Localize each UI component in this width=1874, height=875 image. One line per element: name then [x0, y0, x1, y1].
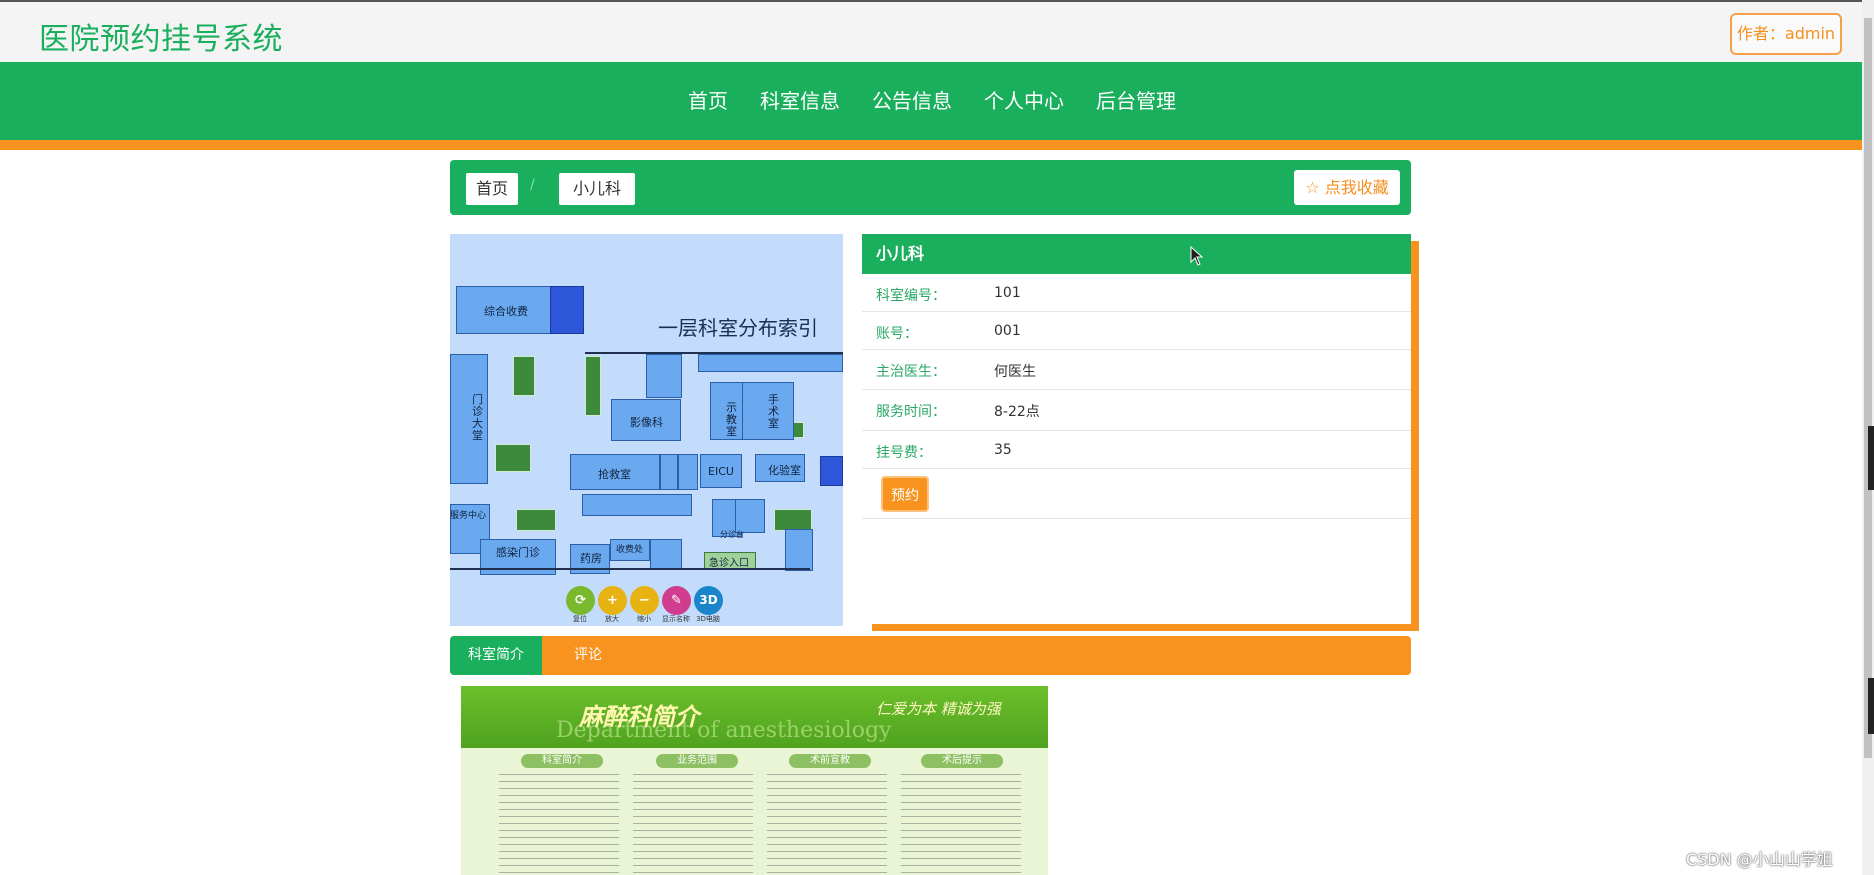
detail-row-fee: 挂号费： 35 — [862, 431, 1411, 469]
card-title: 小儿科 — [862, 234, 1411, 274]
floor-map: 一层科室分布索引 综合收费 门诊大堂 影像科 示教室 手术室 抢救室 EICU … — [450, 234, 843, 626]
room-emergency-dept — [785, 529, 813, 571]
breadcrumb: 首页 / 小儿科 — [450, 160, 1411, 215]
scrollbar-marker — [1868, 678, 1874, 734]
map-control-label: 显示名称 — [662, 615, 690, 623]
room-label: 感染门诊 — [496, 546, 540, 559]
poster-section-title: 科室简介 — [521, 754, 603, 768]
book-appointment-button[interactable]: 预约 — [881, 476, 929, 512]
poster-text-column — [499, 774, 619, 875]
favorite-button[interactable]: ☆ 点我收藏 — [1294, 170, 1400, 205]
field-value: 35 — [994, 442, 1012, 458]
map-zoom-in-icon[interactable]: + — [598, 586, 627, 615]
room-label: 服务中心 — [450, 511, 487, 521]
map-control-label: 缩小 — [637, 615, 651, 623]
author-button[interactable]: 作者：admin — [1730, 13, 1842, 55]
room-label: 手术室 — [768, 393, 779, 430]
detail-row-id: 科室编号： 101 — [862, 274, 1411, 312]
room-label: 抢救室 — [598, 468, 631, 481]
map-zoom-out-icon[interactable]: − — [630, 586, 659, 615]
map-control-label: 复位 — [573, 615, 587, 623]
booking-row: 预约 — [862, 469, 1411, 519]
nav-item-personal-center[interactable]: 个人中心 — [968, 62, 1080, 140]
header-bar: 医院预约挂号系统 作者：admin — [0, 0, 1862, 62]
main-nav: 首页 科室信息 公告信息 个人中心 后台管理 — [0, 62, 1862, 140]
field-value: 101 — [994, 285, 1021, 301]
stair-block — [585, 356, 601, 416]
map-3d-icon[interactable]: 3D — [694, 586, 723, 615]
field-label: 科室编号： — [876, 288, 946, 304]
breadcrumb-home[interactable]: 首页 — [466, 173, 519, 205]
room-dispensary — [678, 454, 698, 490]
nav-item-departments[interactable]: 科室信息 — [744, 62, 856, 140]
stair-block — [513, 356, 535, 396]
detail-row-hours: 服务时间： 8-22点 — [862, 390, 1411, 431]
map-control-label: 3D电脑 — [696, 615, 720, 623]
poster-text-column — [767, 774, 887, 875]
nav-accent-stripe — [0, 140, 1862, 150]
nav-item-home[interactable]: 首页 — [672, 62, 744, 140]
poster-section-title: 术后提示 — [921, 754, 1003, 768]
wall-line — [450, 568, 810, 570]
site-title: 医院预约挂号系统 — [39, 22, 283, 57]
room-label: EICU — [708, 465, 734, 478]
room-label: 示教室 — [726, 401, 737, 438]
room-label: 药房 — [580, 552, 602, 565]
stair-block — [516, 509, 556, 531]
map-control-label: 放大 — [605, 615, 619, 623]
poster-slogan: 仁爱为本 精诚为强 — [876, 700, 1001, 718]
room-label: 综合收费 — [484, 305, 528, 318]
detail-row-account: 账号： 001 — [862, 312, 1411, 350]
map-title: 一层科室分布索引 — [658, 316, 818, 340]
map-reset-icon[interactable]: ⟳ — [566, 586, 595, 615]
scrollbar-thumb[interactable] — [1864, 18, 1872, 758]
field-label: 账号： — [876, 326, 918, 342]
breadcrumb-current: 小儿科 — [559, 173, 636, 205]
field-value: 8-22点 — [994, 404, 1040, 420]
room-label: 收费处 — [616, 545, 644, 555]
mouse-cursor-icon — [1190, 246, 1204, 266]
wall-line — [585, 352, 843, 354]
department-intro-poster: Department of anesthesiology 麻醉科简介 仁爱为本 … — [461, 686, 1048, 875]
content-tabs: 科室简介 评论 — [450, 636, 1411, 675]
tab-comments[interactable]: 评论 — [542, 636, 634, 675]
map-show-names-icon[interactable]: ✎ — [662, 586, 691, 615]
field-value: 何医生 — [994, 364, 1036, 380]
department-detail-card: 小儿科 科室编号： 101 账号： 001 主治医生： 何医生 服务时间： 8-… — [862, 234, 1411, 624]
corridor-block — [698, 354, 843, 372]
elevator-block — [550, 286, 584, 334]
scrollbar-marker — [1868, 426, 1874, 490]
stair-block — [495, 444, 531, 472]
room-block — [735, 499, 765, 533]
field-value: 001 — [994, 323, 1021, 339]
poster-section-title: 业务范围 — [656, 754, 738, 768]
nav-item-announcements[interactable]: 公告信息 — [856, 62, 968, 140]
room-block — [646, 354, 682, 398]
room-label: 门诊大堂 — [472, 393, 483, 442]
room-label: 分诊台 — [720, 530, 744, 539]
detail-row-doctor: 主治医生： 何医生 — [862, 350, 1411, 390]
stair-block — [774, 509, 812, 531]
tab-department-intro[interactable]: 科室简介 — [450, 636, 542, 675]
field-label: 挂号费： — [876, 445, 932, 461]
nav-item-admin[interactable]: 后台管理 — [1080, 62, 1192, 140]
watermark: CSDN @小山山学姐 — [1686, 850, 1833, 869]
field-label: 服务时间： — [876, 404, 946, 420]
room-block — [650, 539, 682, 569]
room-nurse — [660, 454, 678, 490]
corridor-rooms — [582, 494, 692, 516]
poster-text-column — [633, 774, 753, 875]
page: 医院预约挂号系统 作者：admin 首页 科室信息 公告信息 个人中心 后台管理… — [0, 0, 1874, 875]
field-label: 主治医生： — [876, 364, 946, 380]
room-label: 急诊入口 — [709, 558, 749, 569]
room-label: 化验室 — [768, 464, 801, 477]
poster-title: 麻醉科简介 — [579, 703, 699, 731]
elevator-block — [820, 456, 843, 486]
room-label: 影像科 — [630, 416, 663, 429]
poster-section-title: 术前宣教 — [789, 754, 871, 768]
breadcrumb-separator: / — [530, 177, 535, 193]
poster-text-column — [901, 774, 1021, 875]
